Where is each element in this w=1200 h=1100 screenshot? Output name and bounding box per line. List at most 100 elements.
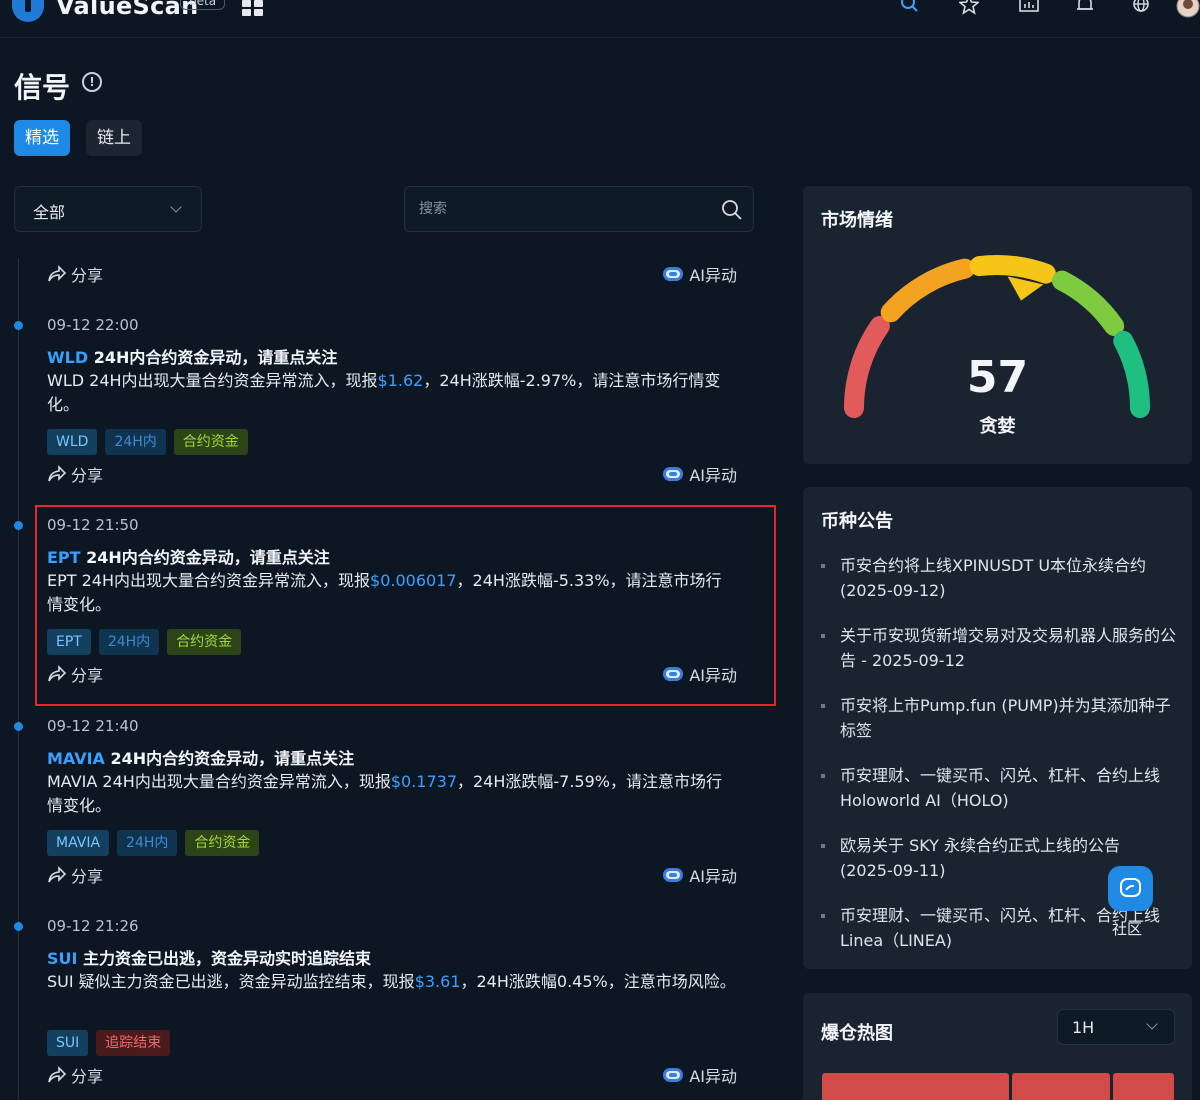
signal-title-text: 24H内合约资金异动，请重点关注: [88, 348, 338, 367]
announcement-item[interactable]: 币安合约将上线XPINUSDT U本位永续合约(2025-09-12): [821, 553, 1176, 623]
avatar[interactable]: [1176, 0, 1200, 18]
signal-price: $1.62: [377, 371, 424, 390]
ai-anomaly-button[interactable]: AI异动: [663, 1063, 737, 1087]
ai-robot-icon: [663, 868, 684, 882]
gauge-segment-caution: [880, 258, 975, 323]
interval-select[interactable]: 1H: [1057, 1009, 1175, 1045]
search-icon[interactable]: [900, 0, 920, 16]
announcement-item[interactable]: 币安理财、一键买币、闪兑、杠杆、合约上线Holoworld AI（HOLO): [821, 763, 1176, 833]
ai-anomaly-button[interactable]: AI异动: [663, 262, 737, 286]
community-label[interactable]: 社区: [1112, 918, 1142, 939]
tag-contract-funds[interactable]: 合约资金: [185, 830, 260, 856]
signal-body: SUI 疑似主力资金已出逃，资金异动监控结束，现报$3.61，24H涨跌幅0.4…: [47, 970, 737, 994]
announcement-item[interactable]: 币安将上市Pump.fun (PUMP)并为其添加种子标签: [821, 693, 1176, 763]
tag-contract-funds[interactable]: 合约资金: [173, 429, 248, 455]
category-select[interactable]: 全部: [14, 186, 202, 232]
tag-timeframe[interactable]: 24H内: [105, 429, 166, 455]
tag-timeframe[interactable]: 24H内: [98, 629, 160, 655]
signal-body: MAVIA 24H内出现大量合约资金异常流入，现报$0.1737，24H涨跌幅-…: [47, 770, 737, 818]
heatmap-cell[interactable]: [822, 1073, 1009, 1100]
sentiment-label: 贪婪: [979, 416, 1016, 437]
signal-body-text: WLD 24H内出现大量合约资金异常流入，现报: [47, 371, 378, 390]
tag-symbol[interactable]: EPT: [47, 629, 91, 655]
tag-timeframe[interactable]: 24H内: [117, 830, 178, 856]
search-box: [404, 186, 754, 232]
globe-icon[interactable]: [1131, 0, 1151, 16]
tag-contract-funds[interactable]: 合约资金: [167, 629, 242, 655]
signal-item[interactable]: 09-12 21:26 SUI 主力资金已出逃，资金异动实时追踪结束 SUI 疑…: [47, 917, 747, 1067]
share-label: 分享: [71, 867, 104, 886]
logo-icon[interactable]: [12, 0, 44, 22]
ai-robot-icon: [663, 467, 684, 481]
ai-anomaly-button[interactable]: AI异动: [663, 863, 737, 887]
tab-onchain[interactable]: 链上: [86, 120, 142, 156]
ai-anomaly-label: AI异动: [689, 666, 737, 685]
share-icon: [48, 866, 67, 883]
share-icon: [48, 465, 67, 482]
chart-icon[interactable]: [1019, 0, 1039, 16]
bell-icon[interactable]: [1075, 0, 1095, 16]
ai-robot-icon: [663, 267, 684, 281]
apps-grid-icon[interactable]: [242, 0, 264, 16]
liquidation-heatmap-panel: 爆仓热图 1H: [803, 993, 1192, 1100]
signal-title: MAVIA 24H内合约资金异动，请重点关注: [47, 745, 354, 769]
share-button[interactable]: 分享: [47, 262, 103, 286]
signal-item[interactable]: 09-12 21:50 EPT 24H内合约资金异动，请重点关注 EPT 24H…: [47, 516, 747, 666]
ai-robot-icon: [663, 667, 684, 681]
share-button[interactable]: 分享: [47, 1063, 103, 1087]
community-button[interactable]: [1108, 866, 1153, 911]
share-icon: [48, 265, 67, 282]
tag-symbol[interactable]: WLD: [47, 429, 98, 455]
ai-robot-icon: [663, 1068, 684, 1082]
tag-tracking-ended[interactable]: 追踪结束: [96, 1030, 171, 1056]
signal-time: 09-12 21:40: [47, 717, 139, 735]
signal-time: 09-12 21:26: [47, 917, 139, 935]
market-sentiment-panel: 市场情绪 57 贪婪: [803, 186, 1192, 464]
share-label: 分享: [71, 666, 104, 685]
ai-anomaly-button[interactable]: AI异动: [663, 662, 737, 686]
search-icon[interactable]: [721, 199, 743, 221]
signal-price: $0.006017: [370, 571, 457, 590]
signal-symbol[interactable]: SUI: [47, 949, 77, 968]
ai-anomaly-button[interactable]: AI异动: [663, 462, 737, 486]
signal-item[interactable]: 09-12 21:40 MAVIA 24H内合约资金异动，请重点关注 MAVIA…: [47, 717, 747, 867]
signal-price: $3.61: [414, 972, 461, 991]
signal-body-text: SUI 疑似主力资金已出逃，资金异动监控结束，现报: [47, 972, 415, 991]
signal-item[interactable]: 09-12 22:00 WLD 24H内合约资金异动，请重点关注 WLD 24H…: [47, 316, 747, 466]
signal-symbol[interactable]: WLD: [47, 348, 88, 367]
chat-icon: [1120, 878, 1141, 897]
heatmap-cell[interactable]: [1012, 1073, 1110, 1100]
top-bar: ValueScan beta: [0, 0, 1200, 38]
announcement-item[interactable]: 关于币安现货新增交易对及交易机器人服务的公告 - 2025-09-12: [821, 623, 1176, 693]
signal-title: WLD 24H内合约资金异动，请重点关注: [47, 344, 337, 368]
heatmap-cell[interactable]: [1113, 1073, 1174, 1100]
timeline-dot: [14, 722, 23, 731]
signal-tags: WLD 24H内 合约资金: [47, 429, 248, 455]
tab-featured[interactable]: 精选: [14, 120, 70, 156]
signal-tags: SUI 追踪结束: [47, 1030, 171, 1056]
signal-body: EPT 24H内出现大量合约资金异常流入，现报$0.006017，24H涨跌幅-…: [47, 569, 737, 617]
signal-title-text: 24H内合约资金异动，请重点关注: [104, 749, 355, 768]
share-button[interactable]: 分享: [47, 662, 103, 686]
star-icon[interactable]: [959, 0, 979, 16]
share-label: 分享: [71, 1067, 104, 1086]
beta-badge: beta: [180, 0, 226, 10]
category-value: 全部: [33, 203, 66, 222]
share-icon: [48, 1066, 67, 1083]
share-button[interactable]: 分享: [47, 462, 103, 486]
signal-body-text: MAVIA 24H内出现大量合约资金异常流入，现报: [47, 772, 391, 791]
search-input[interactable]: [419, 197, 699, 221]
share-button[interactable]: 分享: [47, 863, 103, 887]
signal-time: 09-12 21:50: [47, 516, 139, 534]
tag-symbol[interactable]: SUI: [47, 1030, 89, 1056]
panel-title: 币种公告: [821, 511, 893, 532]
info-icon[interactable]: !: [82, 72, 102, 92]
app-name[interactable]: ValueScan: [56, 0, 199, 20]
sentiment-value: 57: [966, 352, 1029, 403]
signal-price: $0.1737: [390, 772, 457, 791]
tag-symbol[interactable]: MAVIA: [47, 830, 110, 856]
signal-symbol[interactable]: MAVIA: [47, 749, 105, 768]
timeline-dot: [14, 521, 23, 530]
signal-symbol[interactable]: EPT: [47, 548, 81, 567]
action-row: 分享 AI异动: [47, 863, 737, 887]
